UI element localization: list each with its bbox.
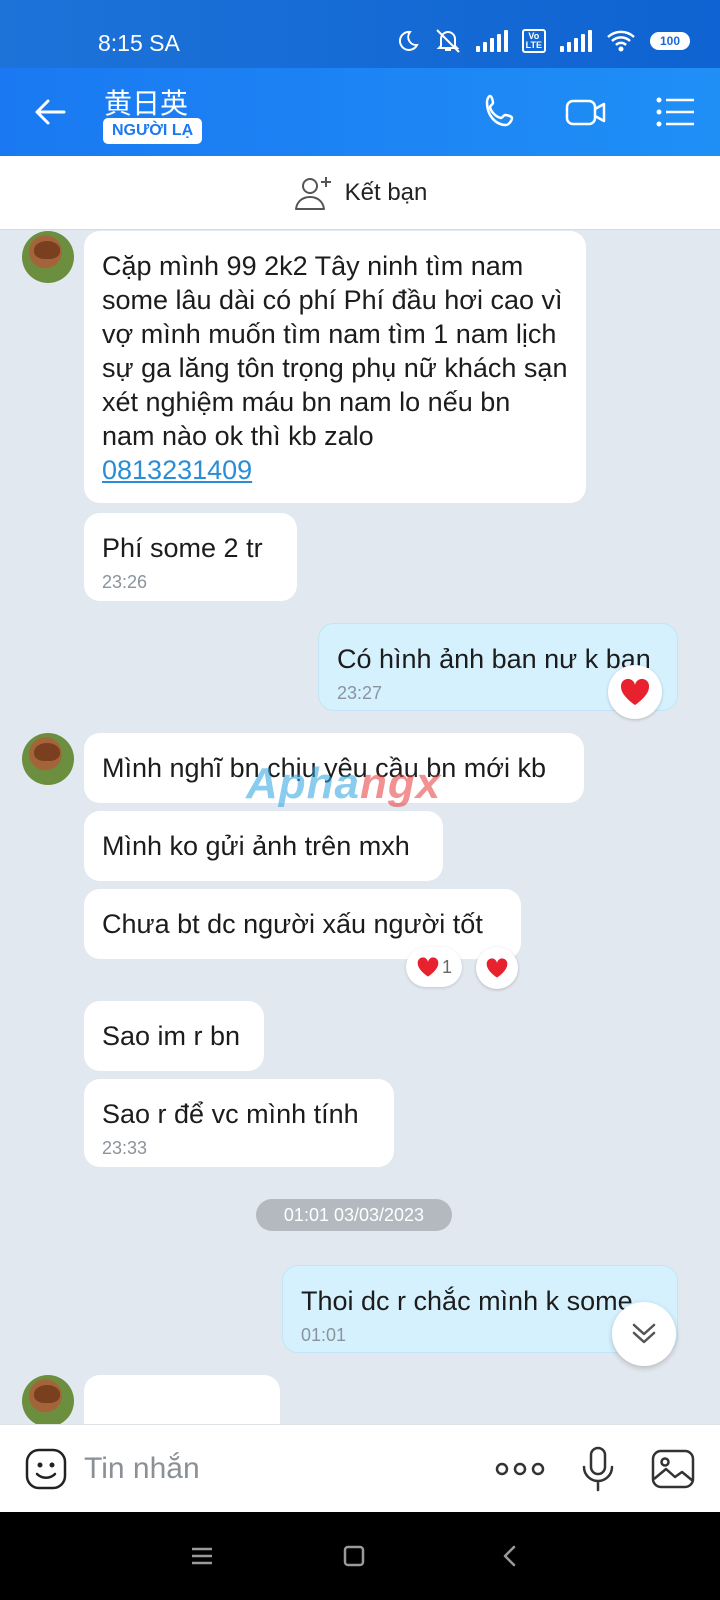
message-text: Có hình ảnh ban nư k ban: [337, 644, 651, 674]
add-friend-label: Kết bạn: [344, 178, 428, 206]
date-separator: 01:01 03/03/2023: [256, 1199, 452, 1231]
message-bubble[interactable]: Cặp mình 99 2k2 Tây ninh tìm nam some lâ…: [84, 231, 586, 503]
watermark: Aphangx: [246, 759, 442, 808]
home-icon[interactable]: [340, 1542, 368, 1570]
message-input-bar: [0, 1424, 720, 1512]
volte-icon: Vo LTE: [521, 29, 546, 53]
message-bubble-partial[interactable]: [84, 1375, 280, 1424]
message-bubble[interactable]: Chưa bt dc người xấu người tốt: [84, 889, 521, 959]
signal-2-icon: [560, 30, 592, 52]
recent-apps-icon[interactable]: [188, 1542, 216, 1570]
message-bubble[interactable]: Sao r để vc mình tính 23:33: [84, 1079, 394, 1167]
heart-icon: [486, 958, 508, 978]
moon-icon: [398, 30, 419, 51]
message-time: 23:26: [102, 572, 148, 592]
phone-link[interactable]: 0813231409: [102, 455, 252, 485]
message-text: Chưa bt dc người xấu người tốt: [102, 909, 483, 939]
status-bar: 8:15 SA Vo LTE 100: [0, 0, 720, 68]
stranger-badge: NGƯỜI LẠ: [103, 118, 203, 144]
image-icon[interactable]: [650, 1447, 696, 1491]
heart-icon: [417, 957, 439, 977]
chat-header: 黄日英 NGƯỜI LẠ: [0, 68, 720, 156]
status-icons: Vo LTE 100: [396, 28, 690, 54]
message-text: Phí some 2 tr: [102, 533, 263, 563]
avatar[interactable]: [22, 231, 74, 283]
sticker-icon[interactable]: [24, 1447, 68, 1491]
wifi-icon: [607, 30, 635, 52]
reaction-count: 1: [441, 956, 452, 977]
reaction-summary[interactable]: 1: [406, 947, 462, 987]
avatar[interactable]: [22, 733, 74, 785]
signal-icon: [475, 30, 508, 52]
heart-icon: [620, 678, 650, 705]
message-text: Mình ko gửi ảnh trên mxh: [102, 831, 410, 861]
message-text: Thoi dc r chắc mình k some: [301, 1286, 633, 1316]
reaction-heart-button[interactable]: [476, 947, 518, 989]
message-text: Sao im r bn: [102, 1021, 241, 1051]
list-menu-icon[interactable]: [654, 90, 698, 134]
add-friend-bar[interactable]: Kết bạn: [0, 156, 720, 230]
more-dots-icon[interactable]: [494, 1453, 546, 1485]
system-nav-bar: [0, 1512, 720, 1600]
message-text: Sao r để vc mình tính: [102, 1099, 359, 1129]
microphone-icon[interactable]: [578, 1445, 618, 1493]
status-time: 8:15 SA: [98, 30, 180, 56]
message-time: 01:01: [301, 1325, 347, 1345]
phone-icon[interactable]: [478, 90, 522, 134]
reaction-heart-button[interactable]: [608, 665, 662, 719]
chevron-double-down-icon: [632, 1323, 656, 1344]
message-input[interactable]: [84, 1447, 464, 1491]
message-bubble[interactable]: Phí some 2 tr 23:26: [84, 513, 297, 601]
battery-indicator: 100: [650, 32, 690, 50]
back-nav-icon[interactable]: [496, 1542, 524, 1570]
avatar[interactable]: [22, 1375, 74, 1424]
message-text: Cặp mình 99 2k2 Tây ninh tìm nam some lâ…: [102, 251, 568, 451]
message-bubble[interactable]: Sao im r bn: [84, 1001, 264, 1071]
muted-bell-icon: [435, 29, 460, 53]
message-bubble[interactable]: Mình ko gửi ảnh trên mxh: [84, 811, 443, 881]
back-arrow-icon[interactable]: [30, 92, 70, 132]
scroll-down-button[interactable]: [612, 1302, 676, 1366]
chat-area[interactable]: Cặp mình 99 2k2 Tây ninh tìm nam some lâ…: [0, 231, 720, 1424]
message-time: 23:33: [102, 1138, 148, 1158]
add-friend-icon: [294, 176, 331, 210]
contact-name[interactable]: 黄日英: [104, 82, 188, 122]
video-icon[interactable]: [564, 90, 608, 134]
